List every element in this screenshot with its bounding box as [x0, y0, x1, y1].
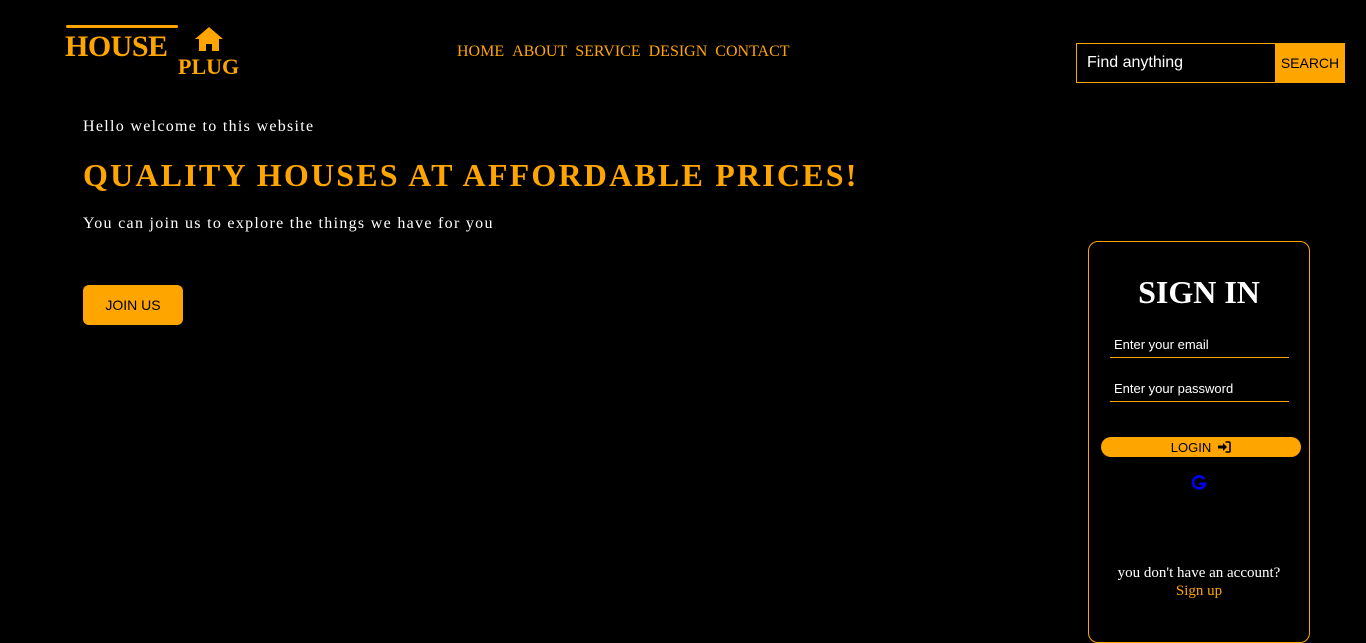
hero-greeting: Hello welcome to this website	[83, 118, 315, 135]
signin-card: SIGN IN LOGIN you don't have an account?…	[1088, 241, 1310, 643]
no-account-text: you don't have an account?	[1117, 565, 1281, 581]
main-nav: HOME ABOUT SERVICE DESIGN CONTACT	[457, 42, 790, 62]
logo-name-top: HOUSE	[65, 30, 168, 63]
logo-name-bottom: PLUG	[178, 54, 240, 79]
search-bar: SEARCH	[1076, 43, 1345, 83]
nav-item-design[interactable]: DESIGN	[649, 42, 708, 62]
logo[interactable]: HOUSE PLUG	[65, 24, 255, 84]
nav-item-contact[interactable]: CONTACT	[715, 42, 789, 62]
nav-item-service[interactable]: SERVICE	[575, 42, 640, 62]
home-icon	[195, 27, 223, 51]
hero-title: QUALITY HOUSES AT AFFORDABLE PRICES!	[83, 157, 859, 193]
nav-item-about[interactable]: ABOUT	[512, 42, 567, 62]
hero-subtext: You can join us to explore the things we…	[83, 215, 494, 232]
google-icon[interactable]	[1190, 474, 1208, 492]
signin-title: SIGN IN	[1138, 274, 1260, 310]
search-button[interactable]: SEARCH	[1275, 43, 1345, 83]
nav-item-home[interactable]: HOME	[457, 42, 504, 62]
password-field[interactable]	[1110, 376, 1289, 402]
signup-link[interactable]: Sign up	[1089, 582, 1309, 600]
join-us-button[interactable]: JOIN US	[83, 285, 183, 325]
login-button[interactable]: LOGIN	[1101, 437, 1301, 457]
email-field[interactable]	[1110, 332, 1289, 358]
search-input[interactable]	[1076, 43, 1275, 83]
login-button-label: LOGIN	[1170, 439, 1212, 455]
sign-in-icon	[1218, 441, 1232, 453]
logo-bar	[66, 25, 178, 28]
